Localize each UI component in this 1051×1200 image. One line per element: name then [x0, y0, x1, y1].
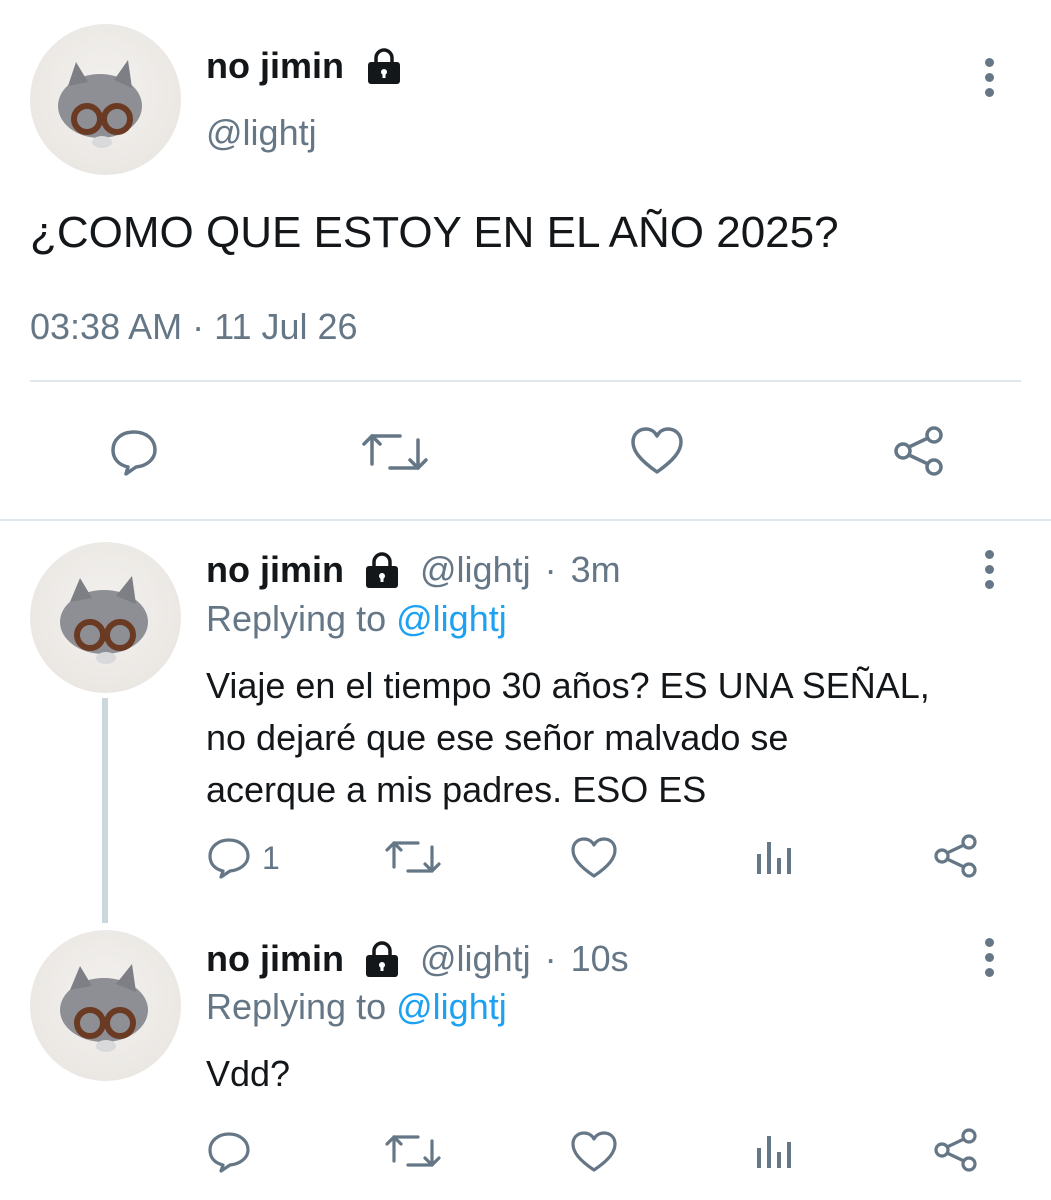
reply-icon[interactable] — [206, 1130, 252, 1174]
replying-to: Replying to @lightj — [206, 598, 507, 640]
like-icon[interactable] — [570, 1130, 618, 1174]
cat-plush-avatar-image — [58, 60, 142, 148]
more-icon[interactable] — [979, 58, 999, 103]
avatar[interactable] — [30, 24, 181, 175]
display-name[interactable]: no jimin — [206, 549, 344, 591]
replying-to-handle[interactable]: @lightj — [396, 598, 507, 639]
separator: · — [544, 549, 557, 590]
like-icon[interactable] — [570, 836, 618, 880]
section-divider — [0, 519, 1051, 521]
reply-icon[interactable] — [108, 426, 160, 478]
thread-line — [102, 698, 108, 923]
more-icon[interactable] — [979, 938, 999, 983]
post-age: 10s — [570, 938, 629, 979]
reply-count: 1 — [262, 839, 280, 876]
avatar[interactable] — [30, 542, 181, 693]
reply-action[interactable]: 1 — [206, 836, 280, 880]
share-icon[interactable] — [932, 832, 980, 880]
reply-text: Vdd? — [206, 1048, 290, 1100]
replying-to: Replying to @lightj — [206, 986, 507, 1028]
cat-plush-avatar-image — [60, 964, 148, 1052]
lock-icon — [362, 939, 402, 979]
handle[interactable]: @lightj — [206, 112, 317, 154]
divider — [30, 380, 1021, 382]
display-name[interactable]: no jimin — [206, 938, 344, 980]
tweet-text: ¿COMO QUE ESTOY EN EL AÑO 2025? — [30, 208, 839, 257]
avatar[interactable] — [30, 930, 181, 1081]
reply-text-line: no dejaré que ese señor malvado se — [206, 717, 789, 758]
replying-to-handle[interactable]: @lightj — [396, 986, 507, 1027]
tweet-timestamp: 03:38 AM · 11 Jul 26 — [30, 306, 358, 347]
share-icon[interactable] — [932, 1126, 980, 1174]
reply-text-line: Vdd? — [206, 1053, 291, 1094]
retweet-icon[interactable] — [384, 836, 442, 878]
more-icon[interactable] — [979, 550, 999, 595]
retweet-icon[interactable] — [360, 428, 430, 476]
separator: · — [544, 938, 557, 979]
retweet-icon[interactable] — [384, 1130, 442, 1172]
reply-text-line: Viaje en el tiempo 30 años? ES UNA SEÑAL… — [206, 665, 930, 706]
post-age: 3m — [570, 549, 621, 590]
handle[interactable]: @lightj — [420, 549, 531, 591]
lock-icon — [362, 550, 402, 590]
display-name[interactable]: no jimin — [206, 45, 344, 87]
lock-icon — [364, 46, 404, 86]
cat-plush-avatar-image — [60, 576, 148, 664]
reply-icon[interactable] — [206, 836, 252, 880]
replying-to-label: Replying to — [206, 598, 387, 639]
replying-to-label: Replying to — [206, 986, 387, 1027]
handle[interactable]: @lightj — [420, 938, 531, 980]
reply-text-line: acerque a mis padres. ESO ES — [206, 769, 707, 810]
like-icon[interactable] — [630, 426, 684, 476]
analytics-icon[interactable] — [752, 1130, 796, 1170]
analytics-icon[interactable] — [752, 836, 796, 876]
share-icon[interactable] — [891, 423, 947, 479]
reply-text: Viaje en el tiempo 30 años? ES UNA SEÑAL… — [206, 660, 930, 816]
